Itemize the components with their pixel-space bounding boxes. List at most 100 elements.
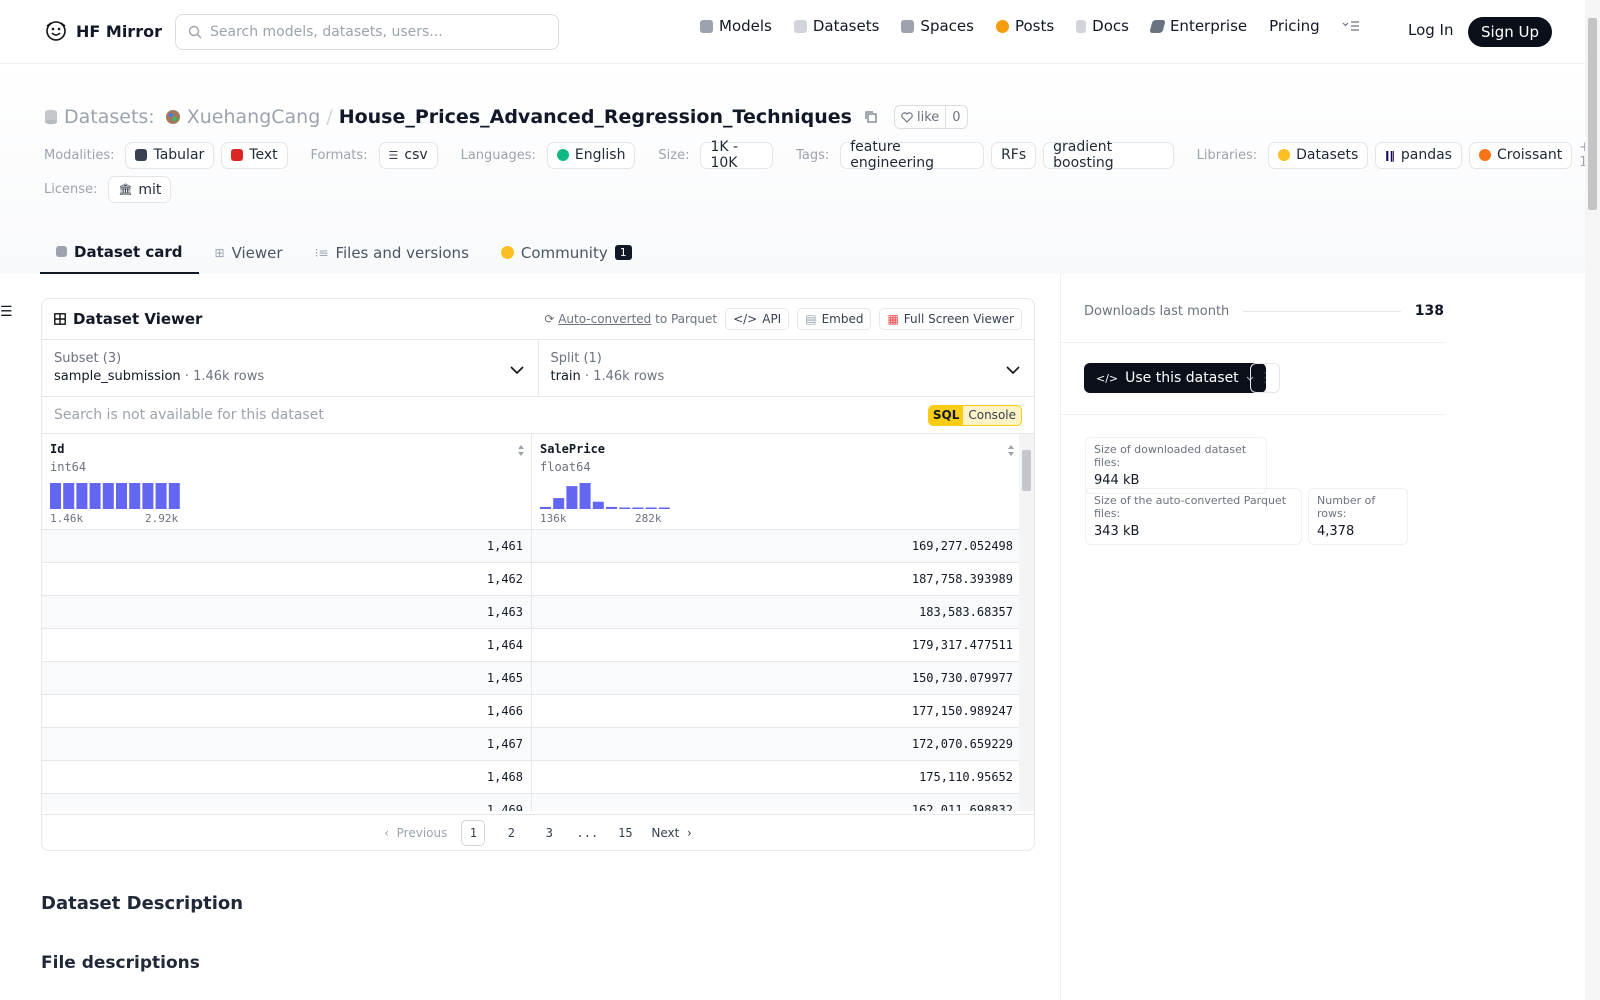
histogram-bar[interactable] [102,483,114,509]
tag-feature-engineering[interactable]: feature engineering [840,139,985,171]
nav-datasets[interactable]: Datasets [793,17,879,35]
cell-saleprice[interactable]: 175,110.95652 [532,761,1021,793]
table-row[interactable]: 1,462 187,758.393989 [42,563,1021,596]
owner-link[interactable]: XuehangCang [187,106,321,128]
cell-id[interactable]: 1,461 [42,530,532,562]
pager-next[interactable]: Next › [651,820,691,846]
tag-english[interactable]: English [546,141,636,169]
lib-croissant[interactable]: Croissant [1468,141,1573,169]
table-row[interactable]: 1,465 150,730.079977 [42,662,1021,695]
column-header-id[interactable]: Id int64 1.46k 2.92k [42,434,532,530]
pager-page-15[interactable]: 15 [613,820,637,846]
pager-page-2[interactable]: 2 [499,820,523,846]
repo-name[interactable]: House_Prices_Advanced_Regression_Techniq… [339,106,852,128]
cell-saleprice[interactable]: 179,317.477511 [532,629,1021,661]
histogram-bar[interactable] [540,506,551,509]
histogram-bar[interactable] [579,483,591,509]
histogram-bar[interactable] [142,483,154,509]
table-row[interactable]: 1,468 175,110.95652 [42,761,1021,794]
auto-converted-link[interactable]: Auto-converted [558,312,651,326]
tag-gradient-boosting[interactable]: gradient boosting [1043,139,1174,171]
nav-pricing[interactable]: Pricing [1269,17,1320,35]
tag-size[interactable]: 1K - 10K [700,139,774,171]
nav-more-menu[interactable] [1342,20,1360,32]
histogram-bar[interactable] [76,483,88,509]
cell-saleprice[interactable]: 169,277.052498 [532,530,1021,562]
cell-saleprice[interactable]: 150,730.079977 [532,662,1021,694]
table-row[interactable]: 1,461 169,277.052498 [42,530,1021,563]
nav-posts[interactable]: Posts [995,17,1054,35]
tag-rfs[interactable]: RFs [991,141,1037,169]
column-header-saleprice[interactable]: SalePrice float64 136k 282k [532,434,1021,530]
sql-console-button[interactable]: SQL Console [927,404,1022,426]
histogram-bar[interactable] [63,483,75,509]
histogram-bar[interactable] [658,507,670,510]
table-row[interactable]: 1,464 179,317.477511 [42,629,1021,662]
sort-icon[interactable] [517,444,525,457]
more-options-button[interactable]: ⋮ [1250,363,1280,393]
histogram-bar[interactable] [155,483,167,509]
embed-button[interactable]: ▤ Embed [797,308,872,330]
toc-toggle-icon[interactable]: ☰ [0,304,13,320]
lib-pandas[interactable]: ǀ‖ pandas [1375,141,1462,169]
histogram-bar[interactable] [566,486,578,509]
nav-docs[interactable]: Docs [1076,17,1129,35]
nav-models[interactable]: Models [700,17,772,35]
histogram-bar[interactable] [168,483,180,509]
brand[interactable]: HF Mirror [44,19,162,43]
cell-id[interactable]: 1,468 [42,761,532,793]
cell-id[interactable]: 1,463 [42,596,532,628]
cell-id[interactable]: 1,464 [42,629,532,661]
cell-id[interactable]: 1,467 [42,728,532,760]
histogram-bar[interactable] [553,498,565,509]
signup-button[interactable]: Sign Up [1468,17,1552,47]
histogram-bar[interactable] [50,483,61,509]
cell-saleprice[interactable]: 187,758.393989 [532,563,1021,595]
tab-community[interactable]: Community 1 [485,231,648,274]
nav-enterprise[interactable]: Enterprise [1149,17,1247,35]
histogram-bar[interactable] [645,507,657,510]
cell-id[interactable]: 1,462 [42,563,532,595]
pager-previous[interactable]: ‹ Previous [384,820,447,846]
like-button[interactable]: like 0 [893,105,968,129]
tab-dataset-card[interactable]: Dataset card [40,231,199,274]
fullscreen-button[interactable]: ▦ Full Screen Viewer [879,308,1022,330]
split-select[interactable]: Split (1) train · 1.46k rows [537,340,1035,396]
tab-files[interactable]: ⁝≡ Files and versions [299,231,485,274]
table-row[interactable]: 1,469 162,011.698832 [42,794,1021,811]
login-link[interactable]: Log In [1408,21,1454,39]
search-box[interactable] [175,14,559,50]
use-dataset-button[interactable]: </> Use this dataset [1084,363,1266,393]
tag-csv[interactable]: ☰ csv [378,141,438,169]
histogram-bar[interactable] [116,483,127,509]
cell-saleprice[interactable]: 183,583.68357 [532,596,1021,628]
nav-spaces[interactable]: Spaces [901,17,974,35]
table-row[interactable]: 1,463 183,583.68357 [42,596,1021,629]
section-label[interactable]: Datasets: [64,106,155,128]
tab-viewer[interactable]: ⊞ Viewer [199,231,299,274]
pager-page-3[interactable]: 3 [537,820,561,846]
tag-license[interactable]: 🏛 mit [108,176,172,203]
cell-id[interactable]: 1,466 [42,695,532,727]
histogram-bar[interactable] [619,507,631,510]
table-row[interactable]: 1,467 172,070.659229 [42,728,1021,761]
lib-datasets[interactable]: Datasets [1268,141,1369,169]
cell-saleprice[interactable]: 162,011.698832 [532,794,1021,811]
histogram-bar[interactable] [89,483,101,509]
pager-page-1[interactable]: 1 [461,819,486,846]
page-scrollbar-thumb[interactable] [1588,18,1597,210]
column-histogram[interactable] [540,483,680,509]
cell-id[interactable]: 1,465 [42,662,532,694]
table-row[interactable]: 1,466 177,150.989247 [42,695,1021,728]
histogram-bar[interactable] [632,507,644,510]
search-input[interactable] [210,24,530,40]
copy-icon[interactable] [864,110,878,124]
table-scrollbar-thumb[interactable] [1022,450,1031,491]
sort-icon[interactable] [1007,444,1015,457]
cell-saleprice[interactable]: 172,070.659229 [532,728,1021,760]
api-button[interactable]: </> API [725,308,790,330]
histogram-bar[interactable] [592,501,604,509]
cell-saleprice[interactable]: 177,150.989247 [532,695,1021,727]
tag-tabular[interactable]: Tabular [125,141,215,169]
histogram-bar[interactable] [606,506,617,509]
